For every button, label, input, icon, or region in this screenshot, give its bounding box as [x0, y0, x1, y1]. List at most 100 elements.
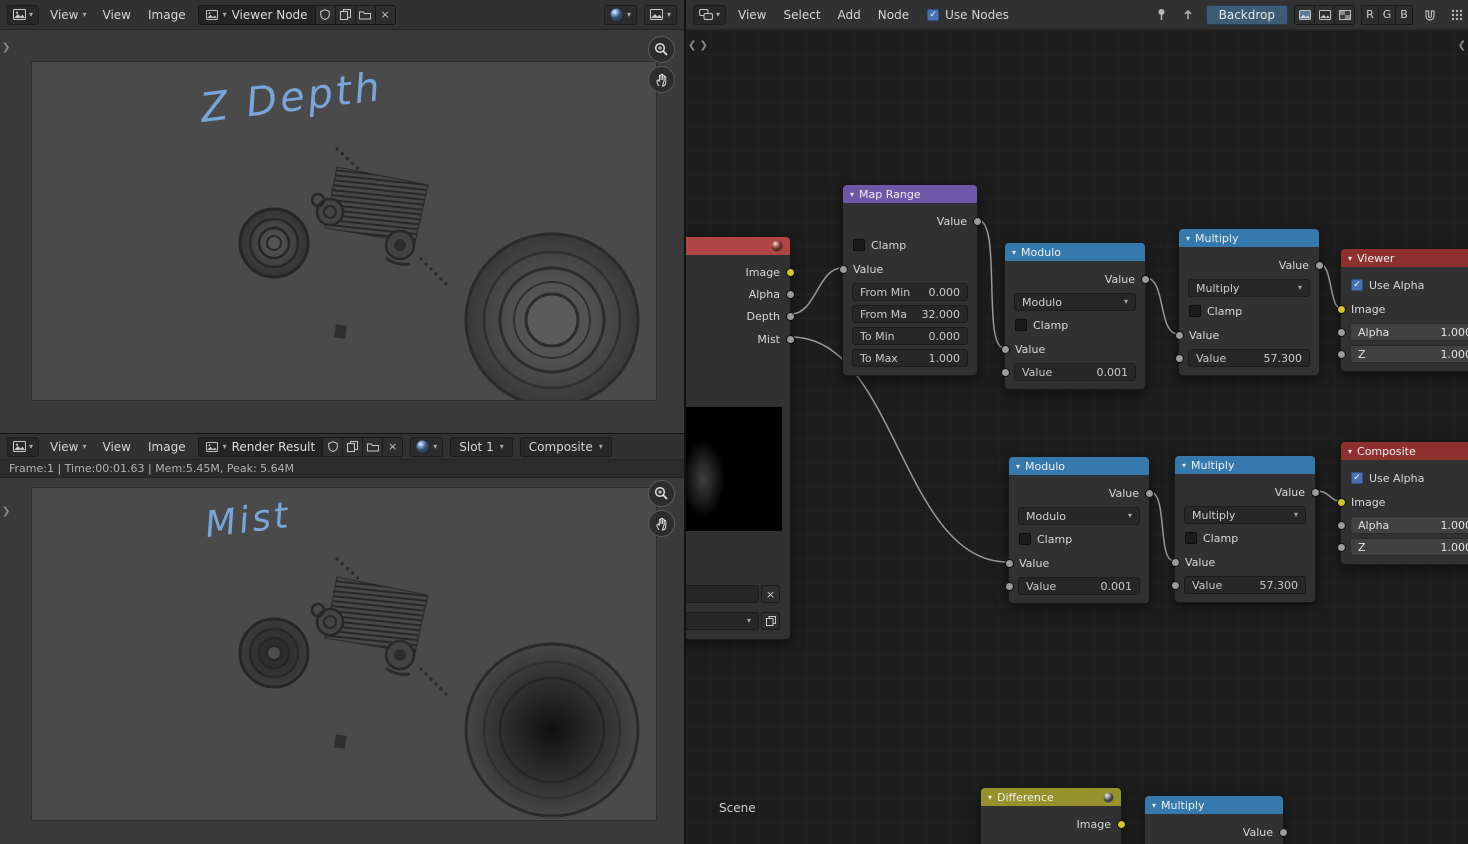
- image-viewport-top[interactable]: ❯ Z Depth: [0, 30, 684, 433]
- zoom-button[interactable]: [648, 480, 675, 507]
- pan-button[interactable]: [648, 510, 675, 537]
- socket-image-input[interactable]: [1336, 304, 1346, 314]
- collapse-icon[interactable]: ▾: [1348, 447, 1352, 456]
- socket-alpha-input[interactable]: [1336, 520, 1346, 530]
- unlink-button[interactable]: ×: [374, 4, 396, 25]
- menu-image[interactable]: Image: [143, 5, 191, 25]
- render-slot-select[interactable]: Slot 1 ▾: [450, 436, 513, 457]
- node-header[interactable]: ▾ Multiply: [1145, 796, 1283, 814]
- clamp-checkbox[interactable]: [1185, 532, 1197, 544]
- socket-value2-input[interactable]: [1174, 353, 1184, 363]
- channel-g-button[interactable]: G: [1378, 4, 1396, 25]
- display-channels-select[interactable]: ▾: [603, 4, 637, 25]
- socket-value-output[interactable]: [1310, 487, 1320, 497]
- editor-type-button[interactable]: ▾: [693, 4, 727, 25]
- node-header[interactable]: ▾ Multiply: [1179, 229, 1319, 247]
- value-field[interactable]: Value 0.001: [1018, 577, 1140, 595]
- channel-b-button[interactable]: B: [1395, 4, 1413, 25]
- alpha-slider[interactable]: Alpha 1.000: [1350, 323, 1468, 341]
- operation-select[interactable]: Multiply ▾: [1188, 279, 1310, 297]
- zoom-button[interactable]: [648, 36, 675, 63]
- region-toggle-icon[interactable]: ❯: [2, 42, 10, 53]
- region-toggle-icon[interactable]: ❮: [1458, 40, 1466, 51]
- socket-value-output[interactable]: [1314, 260, 1324, 270]
- menu-add[interactable]: Add: [833, 5, 866, 25]
- node-viewer[interactable]: ▾ Viewer Use Alpha Image Alpha 1.000: [1336, 248, 1468, 372]
- clamp-checkbox[interactable]: [853, 239, 865, 251]
- collapse-icon[interactable]: ▾: [1182, 461, 1186, 470]
- socket-value-input[interactable]: [1000, 344, 1010, 354]
- value-field[interactable]: Value 57.300: [1188, 349, 1310, 367]
- backdrop-alpha-button[interactable]: [1334, 4, 1355, 25]
- node-header[interactable]: ▾ Modulo: [1009, 457, 1149, 475]
- node-modulo-top[interactable]: ▾ Modulo Value Modulo ▾ Clamp Value Valu…: [1000, 242, 1150, 390]
- node-header[interactable]: ▾ Difference: [981, 788, 1121, 806]
- collapse-icon[interactable]: ▾: [1348, 254, 1352, 263]
- collapse-icon[interactable]: ▾: [1152, 801, 1156, 810]
- collapse-icon[interactable]: ▾: [850, 190, 854, 199]
- node-render-layers[interactable]: Image Alpha Depth Mist × ▾: [686, 236, 795, 640]
- clamp-checkbox[interactable]: [1019, 533, 1031, 545]
- node-modulo-bottom[interactable]: ▾ Modulo Value Modulo ▾ Clamp Value Valu…: [1004, 456, 1154, 604]
- collapse-icon[interactable]: ▾: [1186, 234, 1190, 243]
- go-to-parent-button[interactable]: [1178, 5, 1199, 25]
- socket-value-output[interactable]: [1140, 274, 1150, 284]
- socket-mist-output[interactable]: [785, 334, 795, 344]
- editor-type-button[interactable]: ▾: [7, 4, 40, 25]
- render-layer-select[interactable]: ▾: [686, 612, 759, 630]
- socket-value-input[interactable]: [1004, 558, 1014, 568]
- use-nodes-checkbox[interactable]: [927, 8, 940, 21]
- image-viewport-bottom[interactable]: ❯ Mist: [0, 478, 684, 844]
- open-image-button[interactable]: [354, 4, 376, 25]
- socket-z-input[interactable]: [1336, 349, 1346, 359]
- region-toggle-icon[interactable]: ❮ ❯: [688, 40, 708, 51]
- socket-value2-input[interactable]: [1000, 367, 1010, 377]
- to-min-field[interactable]: To Min 0.000: [852, 327, 968, 345]
- use-alpha-checkbox[interactable]: [1351, 472, 1363, 484]
- region-toggle-icon[interactable]: ❯: [2, 506, 10, 517]
- node-multiply-bottom[interactable]: ▾ Multiply Value Multiply ▾ Clamp Value: [1170, 455, 1320, 603]
- socket-value-output[interactable]: [1144, 488, 1154, 498]
- socket-z-input[interactable]: [1336, 542, 1346, 552]
- node-multiply-small[interactable]: ▾ Multiply Value: [1144, 795, 1288, 844]
- editor-type-button[interactable]: ▾: [7, 436, 40, 457]
- z-slider[interactable]: Z 1.000: [1350, 538, 1468, 556]
- clamp-checkbox[interactable]: [1189, 305, 1201, 317]
- node-header[interactable]: ▾ Map Range: [843, 185, 977, 203]
- alpha-slider[interactable]: Alpha 1.000: [1350, 516, 1468, 534]
- collapse-icon[interactable]: ▾: [988, 793, 992, 802]
- operation-select[interactable]: Multiply ▾: [1184, 506, 1306, 524]
- snap-mode-button[interactable]: [1446, 5, 1467, 25]
- channel-r-button[interactable]: R: [1361, 4, 1379, 25]
- use-alpha-checkbox[interactable]: [1351, 279, 1363, 291]
- node-multiply-top[interactable]: ▾ Multiply Value Multiply ▾ Clamp Value: [1174, 228, 1324, 376]
- unlink-button[interactable]: ×: [382, 436, 404, 457]
- render-pass-select[interactable]: Composite ▾: [519, 436, 612, 457]
- menu-image[interactable]: Image: [143, 437, 191, 457]
- open-image-button[interactable]: [362, 436, 384, 457]
- node-graph-area[interactable]: ❮ ❯ ❮ Image Alpha Depth Mist × ▾ ▾ Map R…: [686, 30, 1468, 844]
- node-map-range[interactable]: ▾ Map Range Value Clamp Value From Min 0…: [838, 184, 982, 376]
- menu-select[interactable]: Select: [779, 5, 826, 25]
- node-difference[interactable]: ▾ Difference Image: [980, 787, 1126, 844]
- node-header[interactable]: ▾ Viewer: [1341, 249, 1468, 267]
- duplicate-button[interactable]: [334, 4, 356, 25]
- backdrop-color-alpha-button[interactable]: [1314, 4, 1335, 25]
- duplicate-button[interactable]: [342, 436, 364, 457]
- unlink-scene-button[interactable]: ×: [761, 585, 780, 603]
- menu-node[interactable]: Node: [873, 5, 914, 25]
- socket-value-output[interactable]: [972, 216, 982, 226]
- menu-view[interactable]: View: [98, 437, 136, 457]
- socket-alpha-output[interactable]: [785, 289, 795, 299]
- from-min-field[interactable]: From Min 0.000: [852, 283, 968, 301]
- to-max-field[interactable]: To Max 1.000: [852, 349, 968, 367]
- socket-image-input[interactable]: [1336, 497, 1346, 507]
- node-header[interactable]: ▾ Multiply: [1175, 456, 1315, 474]
- snap-button[interactable]: [1419, 5, 1440, 25]
- display-channels-select[interactable]: ▾: [410, 436, 444, 457]
- socket-image-output[interactable]: [785, 267, 795, 277]
- socket-value-input[interactable]: [1174, 330, 1184, 340]
- from-max-field[interactable]: From Ma 32.000: [852, 305, 968, 323]
- socket-value2-input[interactable]: [1004, 581, 1014, 591]
- fake-user-button[interactable]: [314, 4, 336, 25]
